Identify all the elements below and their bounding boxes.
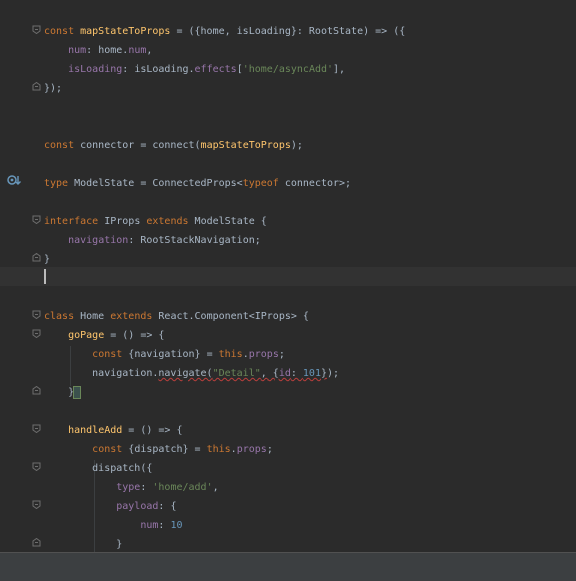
code-text: dispatch({: [44, 463, 153, 474]
code-line: const mapStateToProps = ({home, isLoadin…: [0, 22, 576, 41]
code-text: payload: {: [116, 501, 177, 512]
status-bar: [0, 552, 576, 581]
code-text: navigation: RootStackNavigation;: [68, 235, 261, 246]
code-text: const {navigation} = this.props;: [92, 349, 285, 360]
fold-open-icon[interactable]: [32, 424, 41, 433]
code-text: num: home.num,: [68, 45, 153, 56]
code-text: goPage = () => {: [68, 330, 165, 341]
code-editor[interactable]: const mapStateToProps = ({home, isLoadin…: [0, 0, 576, 553]
fold-open-icon[interactable]: [32, 215, 41, 224]
code-line: isLoading: isLoading.effects['home/async…: [0, 60, 576, 79]
code-text: type ModelState = ConnectedProps<typeof …: [44, 178, 352, 189]
fold-close-icon[interactable]: [32, 82, 41, 91]
text-caret: [44, 269, 46, 284]
code-line: interface IProps extends ModelState {: [0, 212, 576, 231]
code-text: const mapStateToProps = ({home, isLoadin…: [44, 26, 406, 37]
fold-close-icon[interactable]: [32, 538, 41, 547]
code-line: type: 'home/add',: [0, 478, 576, 497]
fold-open-icon[interactable]: [32, 500, 41, 509]
code-text: }: [44, 254, 51, 265]
code-line: type ModelState = ConnectedProps<typeof …: [0, 174, 576, 193]
code-line: const {navigation} = this.props;: [0, 345, 576, 364]
fold-open-icon[interactable]: [32, 25, 41, 34]
code-text: navigation.navigate("Detail", {id: 101})…: [44, 368, 340, 379]
code-text: });: [44, 83, 63, 94]
code-line: }: [0, 383, 576, 402]
code-line: goPage = () => {: [0, 326, 576, 345]
code-text: handleAdd = () => {: [68, 425, 183, 436]
code-text: const {dispatch} = this.props;: [92, 444, 273, 455]
code-line: dispatch({: [0, 459, 576, 478]
code-text: num: 10: [140, 520, 183, 531]
code-text: interface IProps extends ModelState {: [44, 216, 267, 227]
code-line: num: home.num,: [0, 41, 576, 60]
code-text: type: 'home/add',: [116, 482, 219, 493]
fold-open-icon[interactable]: [32, 462, 41, 471]
code-text: isLoading: isLoading.effects['home/async…: [68, 64, 346, 75]
code-line: const {dispatch} = this.props;: [0, 440, 576, 459]
code-text: }: [44, 386, 82, 399]
fold-close-icon[interactable]: [32, 253, 41, 262]
code-line: payload: {: [0, 497, 576, 516]
code-text: }: [44, 539, 123, 550]
code-text: class Home extends React.Component<IProp…: [44, 311, 309, 322]
code-line: num: 10: [0, 516, 576, 535]
code-line: class Home extends React.Component<IProp…: [0, 307, 576, 326]
code-line: handleAdd = () => {: [0, 421, 576, 440]
current-line[interactable]: [0, 267, 576, 286]
code-text: const connector = connect(mapStateToProp…: [44, 140, 303, 151]
code-line: navigation.navigate("Detail", {id: 101})…: [0, 364, 576, 383]
code-line: const connector = connect(mapStateToProp…: [0, 136, 576, 155]
fold-open-icon[interactable]: [32, 310, 41, 319]
fold-close-icon[interactable]: [32, 386, 41, 395]
code-line: });: [0, 79, 576, 98]
code-line: navigation: RootStackNavigation;: [0, 231, 576, 250]
fold-open-icon[interactable]: [32, 329, 41, 338]
